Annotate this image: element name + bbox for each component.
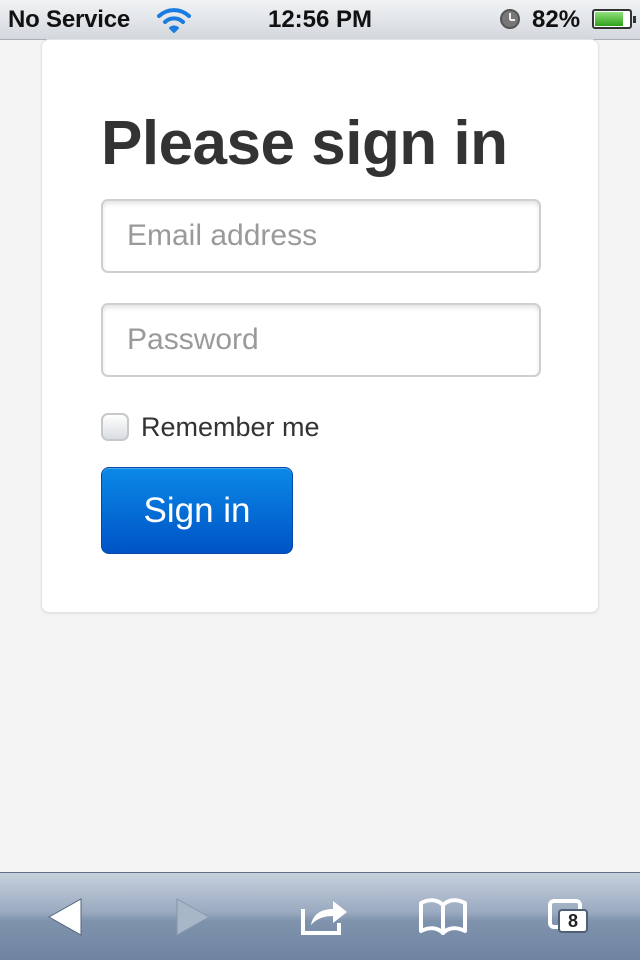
remember-me-row[interactable]: Remember me <box>101 410 320 444</box>
email-field[interactable] <box>101 199 541 273</box>
browser-toolbar: 8 <box>0 872 640 960</box>
tab-count-badge: 8 <box>558 909 588 933</box>
status-bar: No Service 12:56 PM 82% <box>0 0 640 40</box>
page-title: Please sign in <box>101 109 508 178</box>
password-field[interactable] <box>101 303 541 377</box>
alarm-clock-icon <box>500 9 520 29</box>
back-arrow-icon[interactable] <box>35 887 95 947</box>
sign-in-card: Please sign in Remember me Sign in <box>41 39 599 613</box>
battery-icon <box>592 9 636 29</box>
remember-me-label[interactable]: Remember me <box>141 412 320 443</box>
email-input[interactable] <box>103 201 539 271</box>
phone-screen: No Service 12:56 PM 82% Please sign in R… <box>0 0 640 960</box>
bookmarks-icon[interactable] <box>413 887 473 947</box>
share-icon[interactable] <box>295 887 355 947</box>
password-input[interactable] <box>103 305 539 375</box>
pages-icon[interactable]: 8 <box>540 887 600 947</box>
sign-in-button[interactable]: Sign in <box>101 467 293 554</box>
battery-level-fill <box>595 12 623 26</box>
forward-arrow-icon[interactable] <box>163 887 223 947</box>
battery-percent: 82% <box>532 6 581 33</box>
remember-me-checkbox[interactable] <box>101 413 129 441</box>
